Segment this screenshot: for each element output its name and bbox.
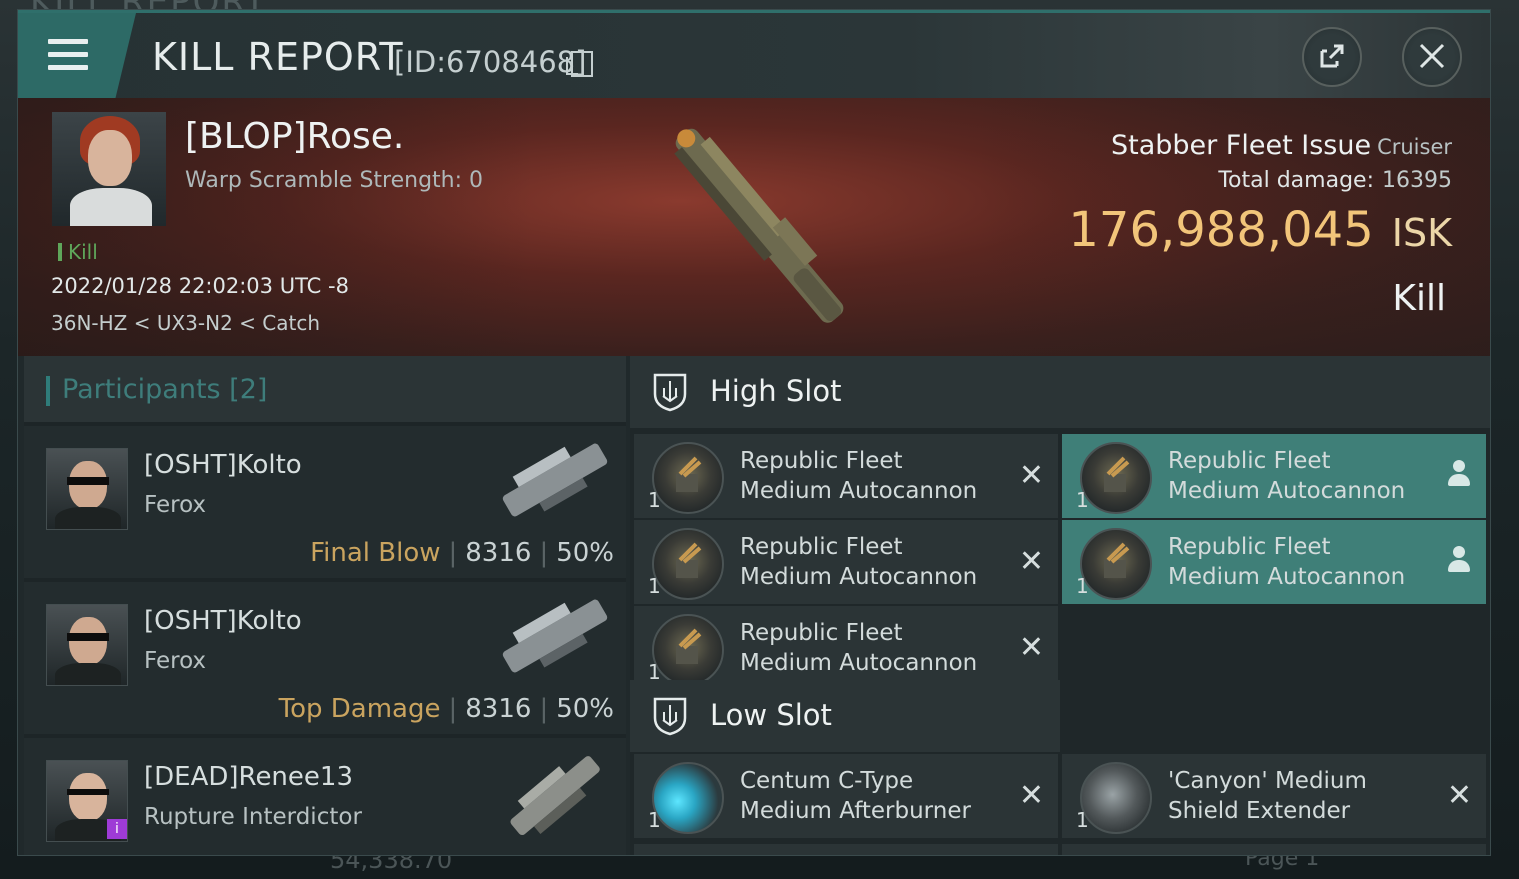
copy-icon[interactable] [566, 51, 593, 77]
kill-report-window: KILL REPORT [ID:6708468] [BLOP]Rose. War… [17, 9, 1491, 856]
module-item[interactable]: 1 Centum C-Type Medium Afterburner ✕ [634, 754, 1058, 838]
low-slot-label: Low Slot [710, 698, 832, 732]
participant-row[interactable]: i [DEAD]Renee13 Rupture Interdictor [24, 738, 626, 855]
item-quantity: 1 [648, 488, 661, 512]
destroyed-icon: ✕ [1446, 778, 1472, 813]
participant-percent: 50% [556, 538, 614, 568]
afterburner-icon [652, 762, 724, 834]
close-icon [1419, 43, 1445, 69]
person-icon [1448, 546, 1470, 572]
participant-ship: Ferox [144, 492, 207, 518]
shield-extender-icon [1080, 762, 1152, 834]
participant-name: [DEAD]Renee13 [144, 762, 353, 792]
window-header: KILL REPORT [ID:6708468] [18, 10, 1490, 101]
kill-tag: Kill [58, 240, 98, 264]
module-item[interactable]: 1 Republic Fleet Medium Autocannon ✕ [634, 434, 1058, 518]
hamburger-menu-icon[interactable] [48, 39, 88, 71]
top-damage-tag: Top Damage [278, 694, 441, 724]
kill-id: [ID:6708468] [394, 45, 587, 79]
destroyed-icon: ✕ [1018, 458, 1044, 493]
participant-ship: Ferox [144, 648, 207, 674]
total-damage: Total damage: 16395 [1218, 168, 1452, 193]
isk-unit: ISK [1391, 211, 1452, 255]
item-quantity: 1 [1076, 488, 1089, 512]
item-name: Republic Fleet Medium Autocannon [740, 620, 978, 676]
victim-name[interactable]: [BLOP]Rose. [185, 116, 404, 157]
total-damage-label: Total damage: [1218, 168, 1374, 193]
participants-title: Participants [2] [62, 374, 268, 405]
warp-scramble-strength: Warp Scramble Strength: 0 [185, 168, 484, 193]
victim-banner: [BLOP]Rose. Warp Scramble Strength: 0 Ki… [18, 98, 1490, 356]
participant-name: [OSHT]Kolto [144, 450, 302, 480]
participant-name: [OSHT]Kolto [144, 606, 302, 636]
participant-ship-image [502, 599, 608, 673]
low-slot-icon [653, 697, 687, 736]
participant-stats: Final Blow | 8316 | 50% [310, 538, 614, 568]
ship-class: Cruiser [1377, 135, 1452, 159]
item-name: Centum C-Type Medium Afterburner [740, 768, 971, 824]
total-damage-value: 16395 [1382, 168, 1452, 193]
participant-ship-image [502, 443, 608, 517]
high-slot-icon [653, 373, 687, 412]
low-slot-header: Low Slot [630, 680, 1060, 752]
participant-percent: 50% [556, 694, 614, 724]
isk-value: 176,988,045 ISK [1068, 202, 1452, 258]
item-quantity: 1 [648, 574, 661, 598]
isk-amount: 176,988,045 [1068, 202, 1374, 258]
destroyed-icon: ✕ [1018, 630, 1044, 665]
kill-datetime: 2022/01/28 22:02:03 UTC -8 [51, 274, 349, 298]
participants-panel: Participants [2] [OSHT]Kolto Ferox Final… [24, 356, 626, 855]
window-title: KILL REPORT [152, 35, 404, 79]
fitting-panel: High Slot 1 Republic Fleet Medium Autoca… [630, 356, 1490, 855]
destroyed-icon: ✕ [1018, 544, 1044, 579]
kill-result: Kill [1392, 278, 1446, 319]
autocannon-icon [1080, 442, 1152, 514]
destroyed-icon: ✕ [1018, 778, 1044, 813]
module-item[interactable]: 1 Republic Fleet Medium Autocannon [1062, 434, 1486, 518]
person-icon [1448, 460, 1470, 486]
participant-damage: 8316 [465, 694, 532, 724]
item-name: Republic Fleet Medium Autocannon [1168, 534, 1406, 590]
item-quantity: 1 [1076, 808, 1089, 832]
avatar[interactable] [46, 448, 128, 530]
avatar[interactable] [46, 604, 128, 686]
module-item[interactable]: 1 Republic Fleet Medium Autocannon ✕ [634, 606, 1058, 690]
high-slot-label: High Slot [710, 374, 842, 408]
module-item[interactable] [634, 844, 1058, 855]
close-button[interactable] [1402, 27, 1462, 87]
participant-ship: Rupture Interdictor [144, 804, 362, 830]
high-slot-header: High Slot [630, 356, 1490, 428]
avatar[interactable]: i [46, 760, 128, 842]
victim-portrait[interactable] [52, 112, 166, 226]
autocannon-icon [1080, 528, 1152, 600]
autocannon-icon [652, 614, 724, 686]
item-quantity: 1 [1076, 574, 1089, 598]
item-name: Republic Fleet Medium Autocannon [1168, 448, 1406, 504]
autocannon-icon [652, 442, 724, 514]
module-item[interactable]: 1 'Canyon' Medium Shield Extender ✕ [1062, 754, 1486, 838]
ship-name: Stabber Fleet Issue [1110, 130, 1372, 161]
participant-ship-image [510, 756, 600, 836]
item-name: Republic Fleet Medium Autocannon [740, 448, 978, 504]
victim-ship-image [674, 128, 844, 323]
autocannon-icon [652, 528, 724, 600]
module-item[interactable] [1062, 844, 1486, 855]
item-name: 'Canyon' Medium Shield Extender [1168, 768, 1367, 824]
victim-ship[interactable]: Stabber Fleet Issue Cruiser [1111, 130, 1452, 161]
participant-damage: 8316 [465, 538, 532, 568]
participant-row[interactable]: [OSHT]Kolto Ferox Top Damage | 8316 | 50% [24, 582, 626, 734]
module-item[interactable]: 1 Republic Fleet Medium Autocannon ✕ [634, 520, 1058, 604]
export-button[interactable] [1302, 27, 1362, 87]
kill-location[interactable]: 36N-HZ < UX3-N2 < Catch [51, 311, 320, 335]
final-blow-tag: Final Blow [310, 538, 441, 568]
participants-header[interactable]: Participants [2] [24, 356, 626, 422]
item-name: Republic Fleet Medium Autocannon [740, 534, 978, 590]
participant-row[interactable]: [OSHT]Kolto Ferox Final Blow | 8316 | 50% [24, 426, 626, 578]
item-quantity: 1 [648, 808, 661, 832]
participant-stats: Top Damage | 8316 | 50% [278, 694, 614, 724]
menu-tab[interactable] [18, 13, 136, 101]
external-link-icon [1320, 44, 1344, 68]
module-item[interactable]: 1 Republic Fleet Medium Autocannon [1062, 520, 1486, 604]
info-badge-icon: i [107, 819, 127, 839]
